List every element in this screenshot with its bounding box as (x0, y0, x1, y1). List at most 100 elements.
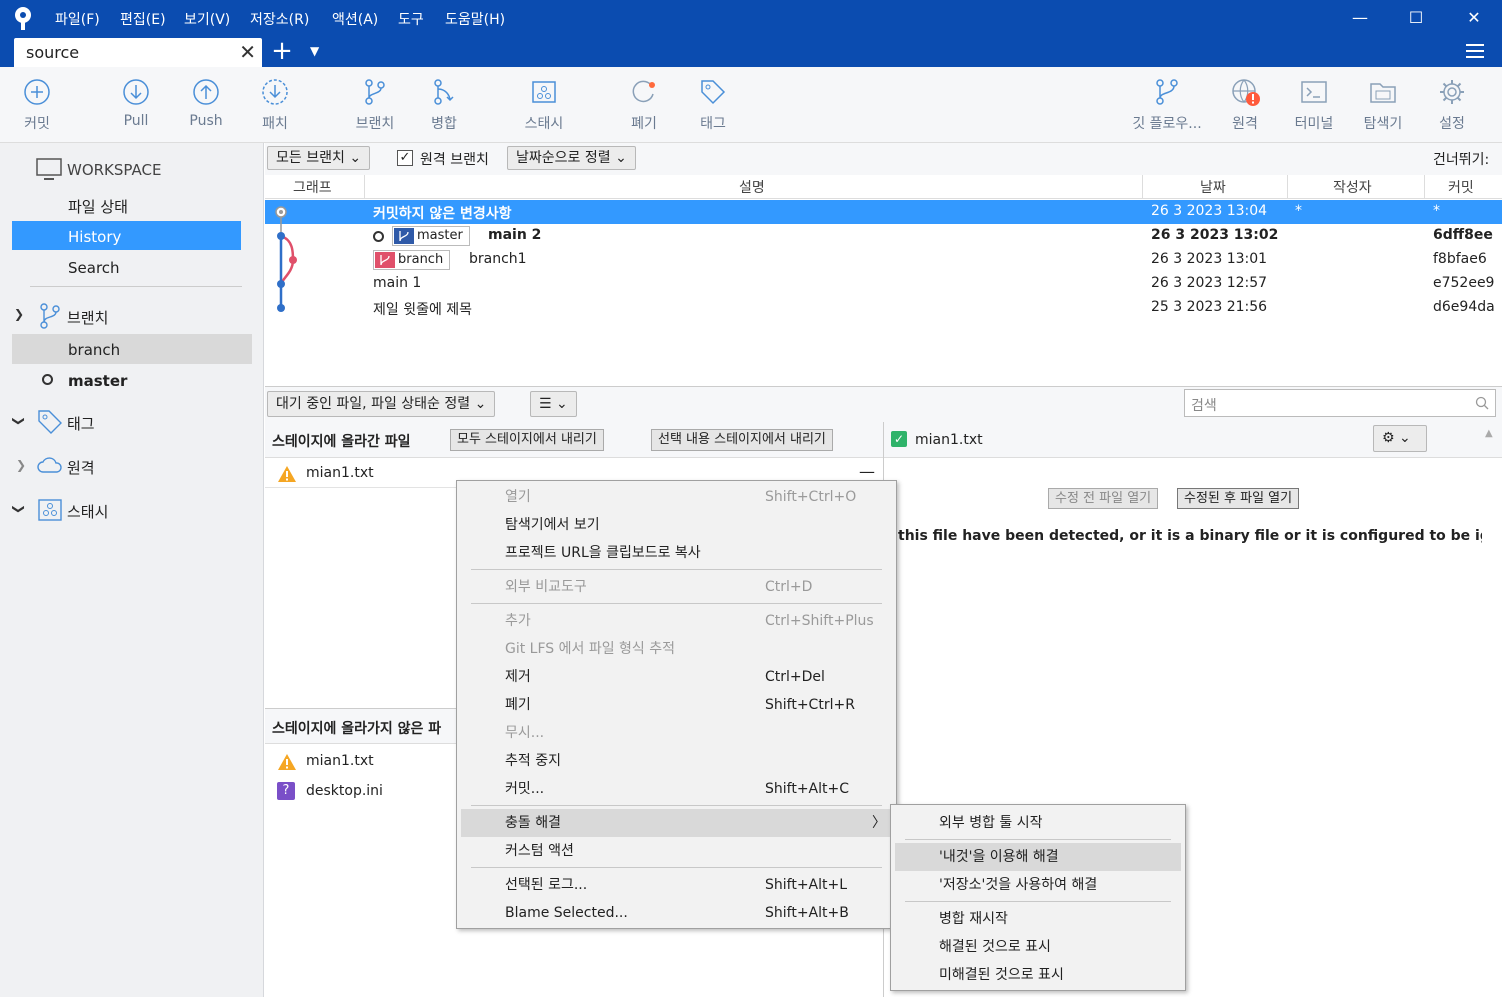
menu-actions[interactable]: 액션(A) (332, 9, 378, 29)
menu-item-mark-unresolved[interactable]: 미해결된 것으로 표시 (895, 961, 1181, 989)
diff-options-dropdown[interactable]: ⚙ ⌄ (1373, 425, 1427, 452)
menu-item-mark-resolved[interactable]: 해결된 것으로 표시 (895, 933, 1181, 961)
chevron-down-icon[interactable]: ❯ (12, 416, 26, 426)
graph-node (277, 232, 285, 240)
terminal-icon (1301, 81, 1327, 103)
master-branch-badge: master (392, 226, 470, 246)
hamburger-menu-icon[interactable] (1464, 40, 1486, 62)
menu-item-discard[interactable]: 폐기 Shift+Ctrl+R (461, 691, 892, 719)
sidebar-item-file-status[interactable]: 파일 상태 (68, 196, 128, 217)
menu-item-log-selected[interactable]: 선택된 로그... Shift+Alt+L (461, 871, 892, 899)
menu-item-resolve-mine[interactable]: '내것'을 이용해 해결 (895, 843, 1181, 871)
patch-button[interactable]: 패치 (240, 77, 310, 133)
sidebar-section-remotes[interactable]: 원격 (67, 457, 95, 478)
sidebar-item-search[interactable]: Search (68, 259, 120, 277)
table-row[interactable]: 제일 윗줄에 제목 25 3 2023 21:56 d6e94da (265, 296, 1502, 320)
menu-item-ignore[interactable]: 무시... (461, 719, 892, 747)
column-date[interactable]: 날짜 (1200, 177, 1226, 197)
file-context-menu: 열기 Shift+Ctrl+O 탐색기에서 보기 프로젝트 URL을 클립보드로 … (456, 480, 897, 929)
menu-item-open[interactable]: 열기 Shift+Ctrl+O (461, 483, 892, 511)
column-graph[interactable]: 그래프 (293, 177, 332, 197)
explorer-button[interactable]: 탐색기 (1348, 77, 1418, 133)
scroll-up-icon[interactable]: ▲ (1485, 428, 1493, 439)
menu-file[interactable]: 파일(F) (55, 9, 100, 29)
branch-button[interactable]: 브랜치 (340, 77, 410, 133)
menu-item-remove[interactable]: 제거 Ctrl+Del (461, 663, 892, 691)
graph-node (289, 256, 297, 264)
diff-scrollbar[interactable]: ▲ (1484, 428, 1498, 988)
minimize-icon[interactable]: — (1350, 8, 1370, 28)
menu-item-stop-tracking[interactable]: 추적 중지 (461, 747, 892, 775)
menu-item-show-in-explorer[interactable]: 탐색기에서 보기 (461, 511, 892, 539)
table-row[interactable]: 커밋하지 않은 변경사항 26 3 2023 13:04 * * (265, 200, 1502, 224)
tab-dropdown-icon[interactable]: ▼ (310, 44, 319, 58)
menu-item-restart-merge[interactable]: 병합 재시작 (895, 905, 1181, 933)
stash-button[interactable]: 스태시 (509, 77, 579, 133)
sidebar-section-stashes[interactable]: 스태시 (67, 501, 108, 522)
unstaged-file-name: mian1.txt (306, 753, 374, 769)
menu-item-resolve-conflicts[interactable]: 충돌 해결 〉 (461, 809, 892, 837)
sort-dropdown[interactable]: 날짜순으로 정렬 ⌄ (507, 146, 636, 170)
all-branches-dropdown[interactable]: 모든 브랜치 ⌄ (267, 146, 371, 170)
tab-label: source (26, 43, 80, 62)
menu-item-add[interactable]: 추가 Ctrl+Shift+Plus (461, 607, 892, 635)
column-commit[interactable]: 커밋 (1448, 177, 1474, 197)
table-row[interactable]: main 1 26 3 2023 12:57 e752ee9 (265, 272, 1502, 296)
menu-item-commit[interactable]: 커밋... Shift+Alt+C (461, 775, 892, 803)
menu-item-lfs-track[interactable]: Git LFS 에서 파일 형식 추적 (461, 635, 892, 663)
discard-button[interactable]: 폐기 (609, 77, 679, 133)
search-input[interactable]: 검색 (1184, 389, 1496, 417)
tab-source[interactable]: source ✕ (14, 38, 262, 67)
sidebar-item-master[interactable]: master (68, 372, 127, 390)
unstage-all-button[interactable]: 모두 스테이지에서 내리기 (450, 429, 604, 451)
unstage-file-icon[interactable]: — (859, 462, 875, 481)
column-description[interactable]: 설명 (739, 177, 765, 197)
menu-item-resolve-theirs[interactable]: '저장소'것을 사용하여 해결 (895, 871, 1181, 899)
resolve-conflicts-submenu: 외부 병합 툴 시작 '내것'을 이용해 해결 '저장소'것을 사용하여 해결 … (890, 804, 1186, 991)
menu-item-custom-actions[interactable]: 커스텀 액션 (461, 837, 892, 865)
menu-item-external-diff[interactable]: 외부 비교도구 Ctrl+D (461, 573, 892, 601)
menu-edit[interactable]: 편집(E) (120, 9, 166, 29)
menu-repository[interactable]: 저장소(R) (250, 9, 309, 29)
menu-item-label: 병합 재시작 (939, 911, 1008, 927)
menu-item-external-merge[interactable]: 외부 병합 툴 시작 (895, 809, 1181, 837)
sidebar-item-history[interactable]: History (12, 221, 241, 250)
pull-button[interactable]: Pull (101, 77, 171, 129)
maximize-icon[interactable]: ☐ (1406, 8, 1426, 28)
table-row[interactable]: master main 2 26 3 2023 13:02 6dff8ee (265, 224, 1502, 248)
terminal-button[interactable]: 터미널 (1279, 77, 1349, 133)
view-mode-dropdown[interactable]: ☰ ⌄ (530, 391, 577, 417)
tag-button[interactable]: 태그 (678, 77, 748, 133)
list-item[interactable]: ? desktop.ini (265, 780, 455, 808)
chevron-right-icon[interactable]: ❯ (16, 458, 26, 472)
merge-button[interactable]: 병합 (409, 77, 479, 133)
menu-item-copy-url[interactable]: 프로젝트 URL을 클립보드로 복사 (461, 539, 892, 567)
column-divider (1142, 175, 1143, 199)
menu-item-blame-selected[interactable]: Blame Selected... Shift+Alt+B (461, 899, 892, 927)
sidebar-section-tags[interactable]: 태그 (67, 413, 95, 434)
column-author[interactable]: 작성자 (1333, 177, 1372, 197)
unstage-selected-button[interactable]: 선택 내용 스테이지에서 내리기 (651, 429, 833, 451)
commit-button[interactable]: 커밋 (2, 77, 72, 133)
gitflow-button[interactable]: 깃 플로우... (1125, 77, 1209, 133)
menu-view[interactable]: 보기(V) (184, 9, 230, 29)
menu-help[interactable]: 도움말(H) (445, 9, 505, 29)
checkbox-checked-icon[interactable]: ✓ (891, 431, 907, 447)
remote-branches-checkbox[interactable]: ✓ (397, 150, 413, 166)
remote-button[interactable]: 원격 (1210, 77, 1280, 133)
chevron-down-icon[interactable]: ❯ (12, 504, 26, 514)
push-button[interactable]: Push (171, 77, 241, 129)
list-item[interactable]: mian1.txt (265, 750, 455, 778)
settings-button[interactable]: 설정 (1417, 77, 1487, 133)
close-window-icon[interactable]: ✕ (1464, 8, 1484, 28)
table-row[interactable]: branch branch1 26 3 2023 13:01 f8bfae6 (265, 248, 1502, 272)
sidebar-item-branch[interactable]: branch (12, 334, 252, 364)
menu-tools[interactable]: 도구 (398, 9, 424, 29)
pending-files-sort-dropdown[interactable]: 대기 중인 파일, 파일 상태순 정렬 ⌄ (267, 391, 496, 417)
close-tab-icon[interactable]: ✕ (239, 41, 256, 63)
open-before-button[interactable]: 수정 전 파일 열기 (1048, 488, 1159, 509)
new-tab-icon[interactable]: + (270, 36, 294, 67)
open-after-button[interactable]: 수정된 후 파일 열기 (1177, 488, 1300, 509)
chevron-down-icon[interactable]: ❯ (14, 307, 24, 321)
sidebar-section-branches[interactable]: 브랜치 (67, 307, 108, 328)
